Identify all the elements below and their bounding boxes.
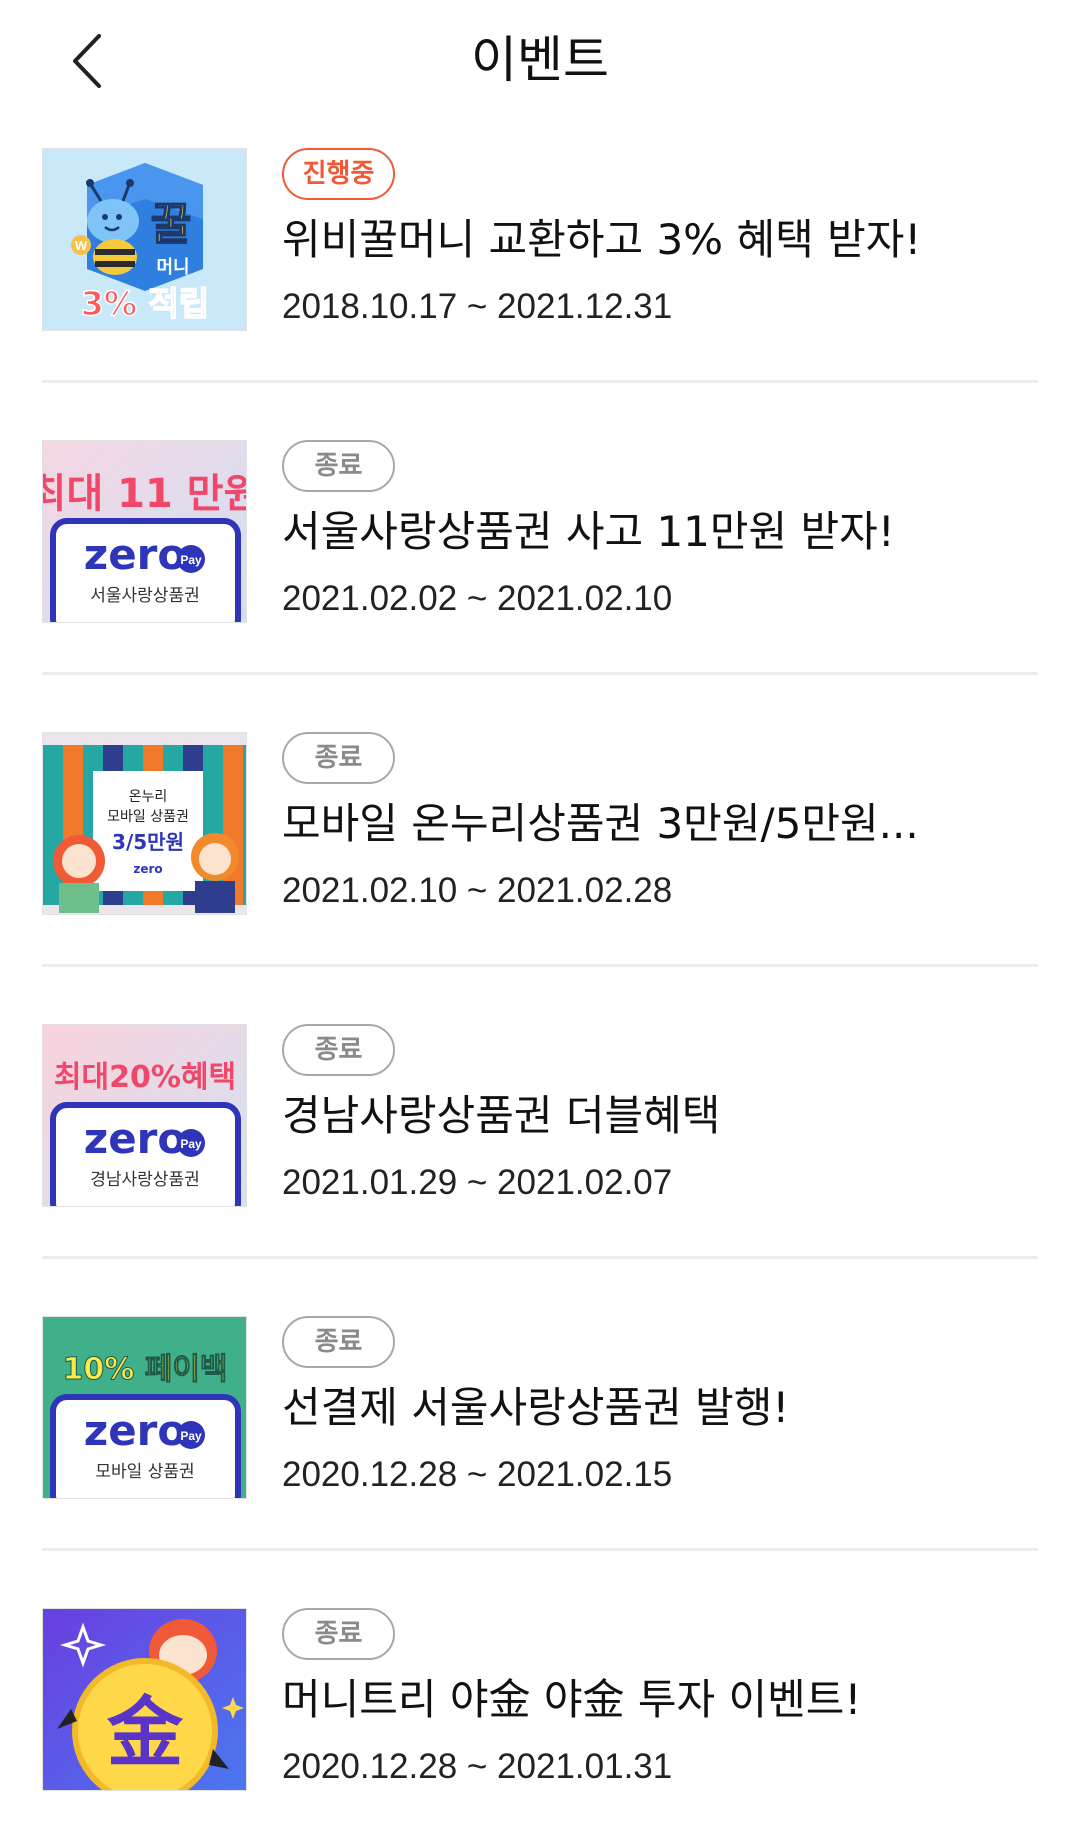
onnuri-voucher-icon: 온누리 모바일 상품권 3/5만원 zero [43,733,246,914]
thumb-line1: 온누리 [129,789,168,805]
zeropay-voucher-icon: 최대 11 만원 zero Pay 서울사랑상품권 [43,441,247,622]
thumb-caption: 서울사랑상품권 [90,586,199,606]
thumb-headline: 최대 11 만원 [43,471,247,517]
thumb-line3: 3/5만원 [112,830,184,854]
event-date: 2018.10.17 ~ 2021.12.31 [282,287,673,326]
status-badge: 진행중 [282,148,395,200]
thumb-headline: 최대20%혜택 [54,1060,236,1095]
status-badge: 종료 [282,440,395,492]
thumb-pay: Pay [180,1429,202,1443]
zeropay-voucher-icon: 10% 페이백 zero Pay 모바일 상품권 [43,1317,246,1498]
event-date: 2021.02.02 ~ 2021.02.10 [282,579,673,618]
page-title: 이벤트 [471,31,609,89]
thumb-line1: 꿀 [151,199,191,250]
divider [42,964,1038,967]
event-thumbnail: 온누리 모바일 상품권 3/5만원 zero [42,732,247,915]
thumb-brand: zero [84,1114,187,1163]
status-badge: 종료 [282,1608,395,1660]
event-date: 2020.12.28 ~ 2021.01.31 [282,1747,673,1786]
event-title: 경남사랑상품권 더블혜택 [282,1091,721,1140]
event-thumbnail: 최대 11 만원 zero Pay 서울사랑상품권 [42,440,247,623]
thumb-brand: zero [84,530,187,579]
event-title: 서울사랑상품권 사고 11만원 받자! [282,507,895,556]
status-badge: 종료 [282,1024,395,1076]
status-badge: 종료 [282,732,395,784]
event-item[interactable]: 10% 페이백 zero Pay 모바일 상품권 종료 선결제 서울사랑상품권 … [42,1316,1038,1551]
event-item[interactable]: 金 종료 머니트리 야金 야金 투자 이벤트! 2020.12.28 ~ 202… [42,1608,1038,1838]
event-date: 2020.12.28 ~ 2021.02.15 [282,1455,673,1494]
thumb-caption: 모바일 상품권 [95,1462,194,1482]
event-date: 2021.01.29 ~ 2021.02.07 [282,1163,673,1202]
thumb-caption: 경남사랑상품권 [90,1170,199,1190]
event-title: 머니트리 야金 야金 투자 이벤트! [282,1675,862,1724]
thumb-line2: 머니 [156,257,189,278]
honey-money-icon: W 꿀 머니 3% 적립 [43,149,246,330]
status-badge: 종료 [282,1316,395,1368]
event-thumbnail: 金 [42,1608,247,1791]
divider [42,380,1038,383]
thumb-brand: zero [84,1406,187,1455]
event-title: 모바일 온누리상품권 3만원/5만원... [282,799,919,848]
thumb-pay: Pay [180,1137,202,1151]
event-thumbnail: 최대20%혜택 zero Pay 경남사랑상품권 [42,1024,247,1207]
thumb-line2: 모바일 상품권 [107,809,189,825]
event-thumbnail: W 꿀 머니 3% 적립 [42,148,247,331]
event-item[interactable]: 최대20%혜택 zero Pay 경남사랑상품권 종료 경남사랑상품권 더블혜택… [42,1024,1038,1259]
thumb-headline: 10% 페이백 [62,1352,227,1387]
app-header: 이벤트 [0,0,1080,122]
thumb-glyph: 金 [106,1688,184,1777]
event-thumbnail: 10% 페이백 zero Pay 모바일 상품권 [42,1316,247,1499]
event-title: 선결제 서울사랑상품권 발행! [282,1383,790,1432]
event-item[interactable]: 온누리 모바일 상품권 3/5만원 zero 종료 모바일 온누리상품권 3만원… [42,732,1038,967]
event-item[interactable]: W 꿀 머니 3% 적립 진행중 위비꿀머니 교환하고 3% 혜택 받자! 20… [42,148,1038,383]
divider [42,672,1038,675]
event-item[interactable]: 최대 11 만원 zero Pay 서울사랑상품권 종료 서울사랑상품권 사고 … [42,440,1038,675]
gold-coin-icon: 金 [43,1609,246,1790]
zeropay-voucher-icon: 최대20%혜택 zero Pay 경남사랑상품권 [43,1025,246,1206]
svg-text:W: W [75,238,88,253]
event-date: 2021.02.10 ~ 2021.02.28 [282,871,673,910]
event-title: 위비꿀머니 교환하고 3% 혜택 받자! [282,215,922,264]
thumb-pay: Pay [180,553,202,567]
divider [42,1548,1038,1551]
divider [42,1256,1038,1259]
thumb-brand: zero [133,862,162,876]
thumb-line3: 3% 적립 [81,284,209,323]
